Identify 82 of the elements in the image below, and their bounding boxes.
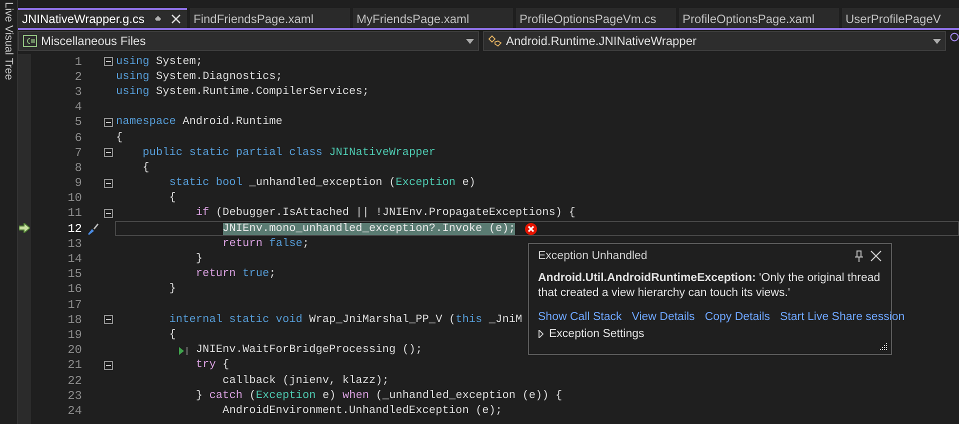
pin-icon[interactable] [854, 250, 864, 262]
project-dropdown[interactable]: Miscellaneous Files [18, 31, 479, 51]
line-number: 5 [74, 115, 82, 130]
collapse-toggle[interactable] [104, 148, 113, 158]
line-number: 13 [66, 236, 82, 251]
line-number: 1 [74, 54, 82, 69]
line-number: 2 [74, 70, 82, 84]
code-line: { [168, 328, 176, 342]
code-line: using System; [116, 55, 203, 68]
line-number: 21 [66, 358, 82, 372]
close-icon[interactable] [170, 14, 180, 24]
brush-icon [86, 222, 100, 236]
line-number: 3 [74, 84, 82, 99]
error-icon [525, 222, 538, 235]
code-line: internal static void Wrap_JniMarshal_PP_V (this _JniM [168, 313, 522, 326]
expand-triangle-icon [538, 330, 544, 338]
run-to-cursor-icon[interactable] [178, 346, 190, 356]
collapse-toggle[interactable] [104, 315, 113, 324]
current-statement-arrow-icon [19, 223, 30, 234]
code-line: } [168, 282, 176, 296]
collapse-toggle[interactable] [104, 118, 113, 127]
line-number: 4 [74, 100, 82, 114]
popup-title: Exception Unhandled [538, 250, 648, 262]
collapse-toggle[interactable] [104, 57, 113, 66]
code-line: if (Debugger.IsAttached || !JNIEnv.PropagateExceptions) { [194, 206, 576, 220]
code-line: return true; [194, 268, 276, 281]
code-line: using System.Diagnostics; [116, 70, 282, 84]
code-line: { [142, 161, 150, 174]
popup-link[interactable]: Start Live Share session [780, 310, 905, 322]
file-tab[interactable]: ProfileOptionsPageVm.cs [516, 8, 676, 28]
code-line: } catch (Exception e) when (_unhandled_exception (e)) { [194, 389, 562, 402]
csharp-file-icon [23, 35, 37, 47]
line-number: 9 [74, 176, 82, 190]
code-line: JNIEnv.WaitForBridgeProcessing (); [116, 344, 422, 357]
code-line: static bool _unhandled_exception (Exception e) [168, 176, 476, 190]
dropdown-caret-icon [466, 38, 474, 44]
popup-link[interactable]: Copy Details [704, 310, 770, 322]
line-number: 8 [74, 160, 82, 175]
code-line: { [116, 131, 123, 144]
code-line: namespace Android.Runtime [116, 116, 282, 129]
line-number: 22 [66, 374, 82, 388]
code-line: return false; [222, 237, 310, 250]
line-number: 15 [66, 267, 82, 282]
code-line: try { [194, 358, 230, 372]
line-number: 12 [66, 222, 82, 236]
close-icon[interactable] [870, 250, 882, 262]
file-tab[interactable]: FindFriendsPage.xaml [190, 8, 350, 28]
line-number: 10 [66, 191, 82, 206]
line-number: 20 [66, 343, 82, 358]
code-line: { [168, 192, 176, 205]
file-tab[interactable]: JNINativeWrapper.g.cs [18, 8, 186, 28]
resize-grip-icon[interactable] [879, 342, 888, 351]
collapse-toggle[interactable] [104, 208, 113, 218]
line-number: 17 [66, 298, 82, 312]
popup-link[interactable]: View Details [632, 310, 695, 322]
file-tab[interactable]: ProfileOptionsPage.xaml [678, 8, 838, 28]
code-line: AndroidEnvironment.UnhandledException (e); [222, 404, 502, 418]
line-number: 18 [66, 312, 82, 327]
line-number: 11 [66, 206, 82, 220]
line-number: 7 [74, 146, 82, 160]
exception-settings-expander[interactable]: Exception Settings [538, 328, 644, 340]
line-number: 23 [66, 388, 82, 403]
file-tab[interactable]: UserProfilePageV [842, 8, 959, 28]
collapse-toggle[interactable] [104, 178, 113, 188]
dropdown-caret-icon [933, 38, 941, 44]
type-dropdown[interactable]: Android.Runtime.JNINativeWrapper [483, 31, 946, 51]
line-number: 16 [66, 282, 82, 296]
popup-link[interactable]: Show Call Stack [538, 310, 622, 322]
code-line: } [194, 252, 203, 266]
class-icon [488, 35, 502, 47]
pin-icon[interactable] [152, 14, 162, 24]
line-number: 19 [66, 328, 82, 342]
line-number: 24 [66, 404, 82, 418]
file-tab[interactable]: MyFriendsPage.xaml [352, 8, 512, 28]
collapse-toggle[interactable] [104, 360, 113, 370]
exception-message: Android.Util.AndroidRuntimeException: 'Only the original thread that created a view hierarchy can touch its views.' [538, 271, 882, 301]
code-line: callback (jnienv, klazz); [222, 374, 389, 388]
line-number: 14 [66, 252, 82, 266]
side-panel-tab[interactable]: Live Visual Tree [2, 2, 14, 80]
code-line: public static partial class JNINativeWrapper [142, 146, 436, 160]
line-number: 6 [74, 130, 82, 145]
code-line: using System.Runtime.CompilerServices; [116, 85, 370, 98]
